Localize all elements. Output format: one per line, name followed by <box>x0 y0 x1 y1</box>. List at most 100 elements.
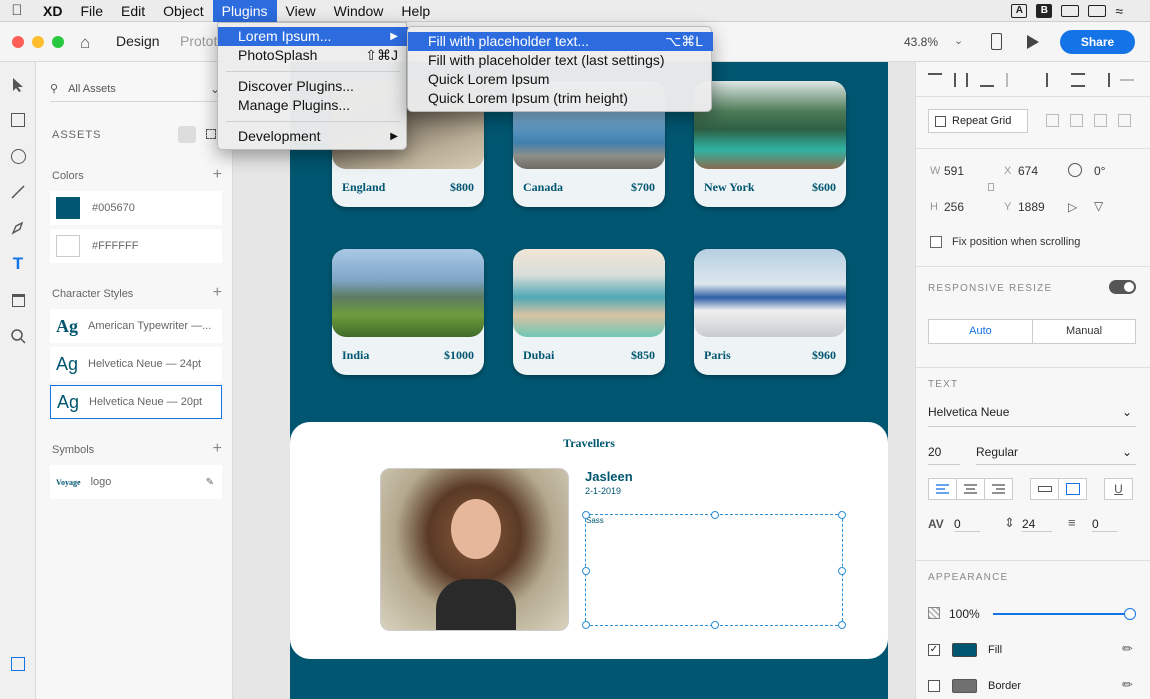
pen-tool-icon[interactable] <box>9 219 27 237</box>
menu-item-lorem-ipsum[interactable]: Lorem Ipsum... ▶ <box>218 27 408 46</box>
keyboard-input-icon[interactable]: A <box>1011 4 1028 18</box>
menu-item-quick-lorem-trim[interactable]: Quick Lorem Ipsum (trim height) <box>408 89 713 108</box>
flip-horizontal-icon[interactable]: ▷ <box>1068 200 1077 214</box>
assets-search[interactable]: ⚲ All Assets ⌄ <box>50 76 220 102</box>
menu-object[interactable]: Object <box>154 0 212 22</box>
share-button[interactable]: Share <box>1060 30 1135 54</box>
menu-item-manage-plugins[interactable]: Manage Plugins... <box>218 96 408 115</box>
add-symbol-icon[interactable]: + <box>213 440 222 458</box>
fix-position-checkbox[interactable] <box>930 236 942 248</box>
artboard[interactable]: England $800 Canada $700 New York $600 I… <box>290 62 888 699</box>
text-align-left-button[interactable] <box>928 478 957 500</box>
flip-vertical-icon[interactable]: ▽ <box>1094 199 1103 213</box>
resize-handle[interactable] <box>582 511 590 519</box>
assets-panel-icon[interactable] <box>9 655 27 673</box>
play-icon[interactable] <box>1027 35 1039 49</box>
align-middle-icon[interactable] <box>954 73 968 87</box>
destination-card[interactable]: India $1000 <box>332 249 484 375</box>
airplay-icon[interactable] <box>1088 5 1107 17</box>
font-weight-dropdown[interactable]: Regular ⌄ <box>976 445 1136 465</box>
apple-icon[interactable]:  <box>0 2 34 19</box>
distribute-horizontal-icon[interactable] <box>1120 73 1134 81</box>
edit-icon[interactable]: ✎ <box>206 477 214 488</box>
menu-window[interactable]: Window <box>325 0 393 22</box>
fill-checkbox[interactable]: ✓ <box>928 644 940 656</box>
device-preview-icon[interactable] <box>991 33 1002 50</box>
tab-prototype[interactable]: Protot <box>180 33 217 49</box>
align-center-icon[interactable] <box>1071 73 1085 87</box>
resize-handle[interactable] <box>838 511 846 519</box>
home-icon[interactable]: ⌂ <box>80 33 90 53</box>
character-style-asset[interactable]: Ag American Typewriter —... <box>50 309 222 343</box>
color-asset[interactable]: #005670 <box>50 191 222 225</box>
lock-aspect-icon[interactable] <box>988 183 994 191</box>
zoom-window-button[interactable] <box>52 36 64 48</box>
destination-card[interactable]: Paris $960 <box>694 249 846 375</box>
responsive-resize-toggle[interactable] <box>1109 280 1136 294</box>
menu-item-discover-plugins[interactable]: Discover Plugins... <box>218 77 408 96</box>
symbol-asset[interactable]: Voyage logo ✎ <box>50 465 222 499</box>
eyedropper-icon[interactable]: ✏ <box>1122 677 1133 693</box>
boolean-intersect-icon[interactable] <box>1094 114 1107 127</box>
ellipse-tool-icon[interactable] <box>9 147 27 165</box>
resize-manual-button[interactable]: Manual <box>1032 319 1136 344</box>
menu-view[interactable]: View <box>277 0 325 22</box>
area-text-button[interactable] <box>1058 478 1087 500</box>
boolean-add-icon[interactable] <box>1046 114 1059 127</box>
destination-card[interactable]: Dubai $850 <box>513 249 665 375</box>
boolean-subtract-icon[interactable] <box>1070 114 1083 127</box>
rotate-icon[interactable] <box>1068 163 1082 177</box>
width-field[interactable]: 591 <box>944 164 964 178</box>
resize-auto-button[interactable]: Auto <box>928 319 1033 344</box>
destination-card[interactable]: New York $600 <box>694 81 846 207</box>
bluetooth-app-icon[interactable]: B <box>1036 4 1053 18</box>
border-checkbox[interactable] <box>928 680 940 692</box>
align-right-icon[interactable] <box>1096 73 1110 87</box>
align-left-icon[interactable] <box>1046 73 1060 87</box>
opacity-slider-handle[interactable] <box>1124 608 1136 620</box>
menu-plugins[interactable]: Plugins <box>212 0 277 22</box>
point-text-button[interactable] <box>1030 478 1059 500</box>
menu-help[interactable]: Help <box>392 0 439 22</box>
zoom-level[interactable]: 43.8% <box>904 35 938 49</box>
menu-edit[interactable]: Edit <box>112 0 154 22</box>
add-character-style-icon[interactable]: + <box>213 284 222 302</box>
border-color-swatch[interactable] <box>952 679 977 693</box>
character-spacing-field[interactable]: 0 <box>954 517 980 532</box>
selected-text-box[interactable]: Sass <box>582 511 846 629</box>
line-spacing-field[interactable]: 24 <box>1022 517 1052 532</box>
distribute-vertical-icon[interactable] <box>1006 73 1016 87</box>
boolean-exclude-icon[interactable] <box>1118 114 1131 127</box>
font-size-field[interactable]: 20 <box>928 445 960 465</box>
menu-item-fill-placeholder[interactable]: Fill with placeholder text... ⌥⌘L <box>408 32 713 51</box>
text-align-right-button[interactable] <box>984 478 1013 500</box>
rectangle-tool-icon[interactable] <box>9 111 27 129</box>
text-tool-icon[interactable]: T <box>9 254 27 273</box>
zoom-tool-icon[interactable] <box>9 327 27 345</box>
resize-handle[interactable] <box>582 621 590 629</box>
character-style-asset[interactable]: Ag Helvetica Neue — 24pt <box>50 347 222 381</box>
select-tool-icon[interactable] <box>9 76 27 94</box>
x-field[interactable]: 674 <box>1018 164 1038 178</box>
repeat-grid-button[interactable]: Repeat Grid <box>928 109 1028 133</box>
canvas[interactable]: England $800 Canada $700 New York $600 I… <box>233 62 915 699</box>
menu-item-fill-placeholder-last[interactable]: Fill with placeholder text (last setting… <box>408 51 713 70</box>
resize-handle[interactable] <box>711 621 719 629</box>
character-style-asset-selected[interactable]: Ag Helvetica Neue — 20pt <box>50 385 222 419</box>
menu-xd[interactable]: XD <box>34 0 71 22</box>
resize-handle[interactable] <box>838 621 846 629</box>
menu-item-photosplash[interactable]: PhotoSplash ⇧⌘J <box>218 46 408 65</box>
wifi-icon[interactable]: ≈ <box>1115 3 1123 19</box>
fill-color-swatch[interactable] <box>952 643 977 657</box>
chevron-down-icon[interactable]: ⌄ <box>954 34 963 47</box>
close-window-button[interactable] <box>12 36 24 48</box>
y-field[interactable]: 1889 <box>1018 200 1045 214</box>
rotation-field[interactable]: 0° <box>1094 164 1105 178</box>
font-family-dropdown[interactable]: Helvetica Neue ⌄ <box>928 405 1136 427</box>
opacity-slider[interactable] <box>993 608 1136 620</box>
screen-icon[interactable] <box>1061 5 1080 17</box>
resize-handle[interactable] <box>711 511 719 519</box>
underline-button[interactable]: U <box>1104 478 1133 500</box>
travellers-section[interactable]: Travellers Jasleen 2-1-2019 Sass <box>290 422 888 659</box>
grid-view-icon[interactable] <box>206 129 216 139</box>
